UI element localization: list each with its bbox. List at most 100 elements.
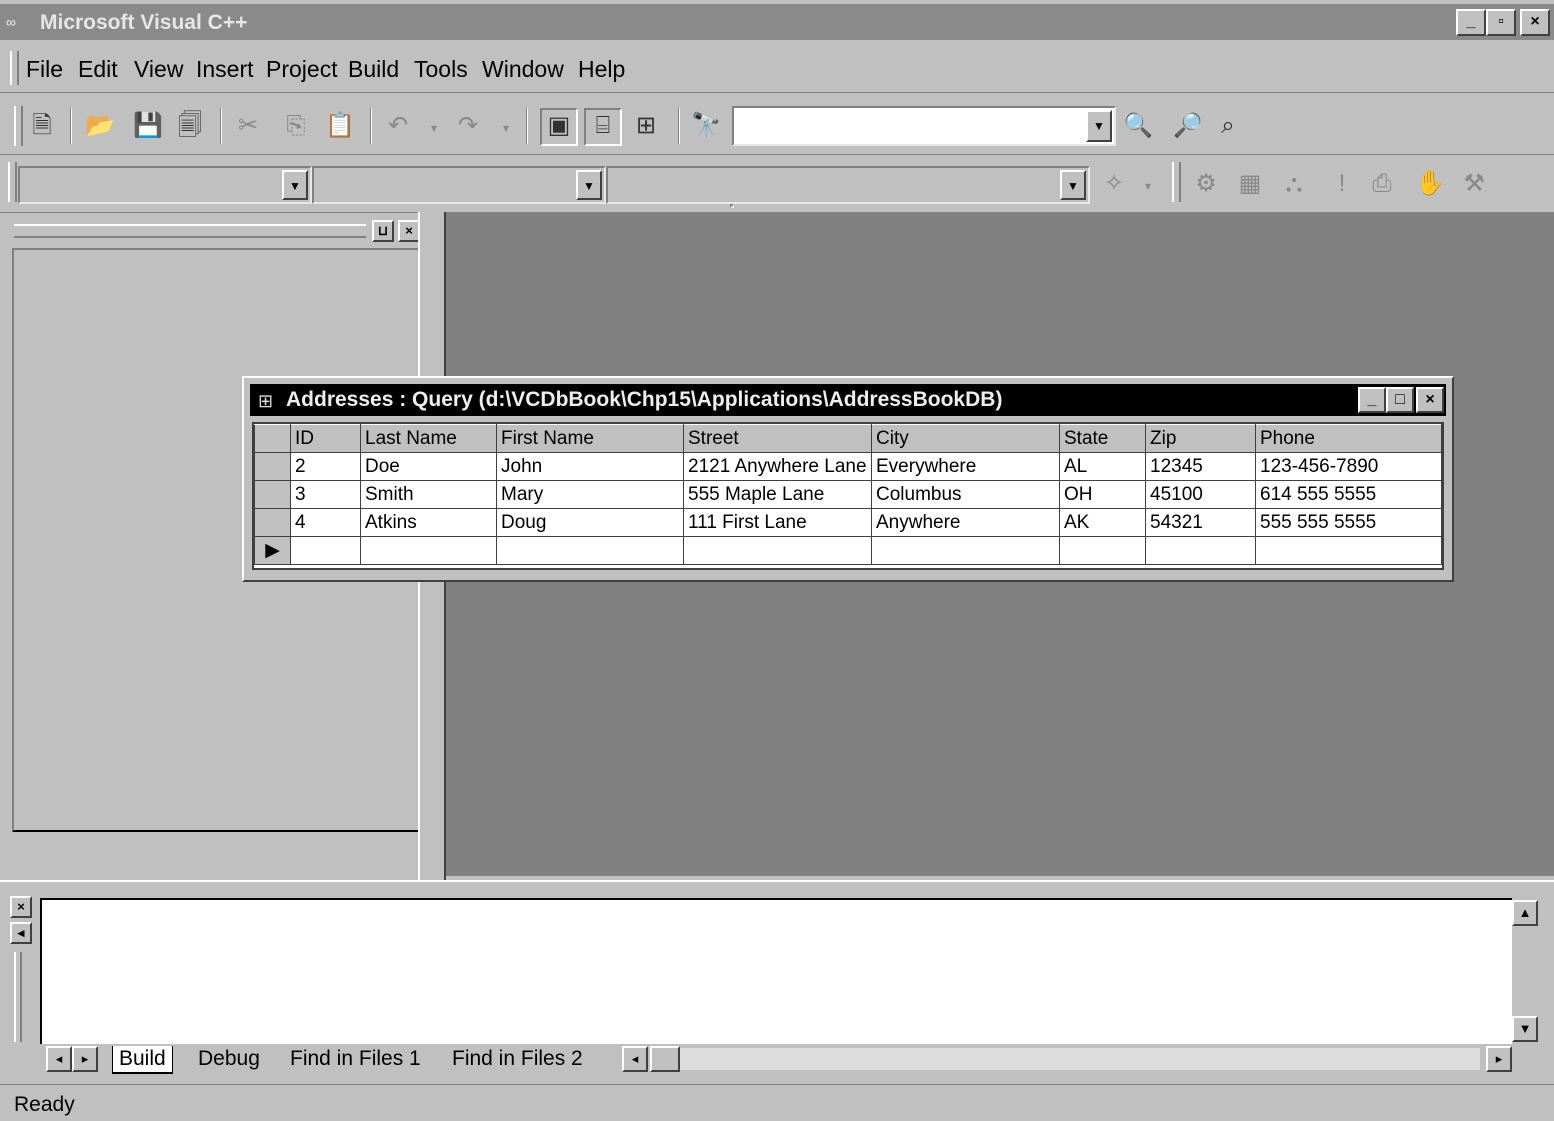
query-minimize-button[interactable]: _ xyxy=(1358,387,1386,413)
cell-id[interactable]: 2 xyxy=(290,452,361,481)
scroll-down-icon[interactable]: ▼ xyxy=(1512,1016,1538,1042)
column-header-last-name[interactable]: Last Name xyxy=(360,424,497,453)
new-cell[interactable] xyxy=(360,536,497,565)
cell-phone[interactable]: 614 555 5555 xyxy=(1255,480,1442,509)
minimize-button[interactable]: _ xyxy=(1456,9,1486,36)
toolbar-grip[interactable] xyxy=(1172,162,1181,202)
query-maximize-button[interactable]: □ xyxy=(1386,387,1414,413)
query-close-button[interactable]: × xyxy=(1416,387,1444,413)
cell-street[interactable]: 2121 Anywhere Lane xyxy=(683,452,872,481)
query-results-grid[interactable]: ID Last Name First Name Street City Stat… xyxy=(252,422,1444,570)
cell-zip[interactable]: 12345 xyxy=(1145,452,1256,481)
cell-id[interactable]: 4 xyxy=(290,508,361,537)
insert-breakpoint-icon[interactable]: ✋ xyxy=(1414,168,1446,200)
stop-build-icon[interactable]: ⛬ xyxy=(1278,168,1310,200)
column-header-phone[interactable]: Phone xyxy=(1255,424,1442,453)
output-dock-icon[interactable]: ◂ xyxy=(10,922,32,944)
cell-city[interactable]: Anywhere xyxy=(871,508,1060,537)
cell-last-name[interactable]: Doe xyxy=(360,452,497,481)
column-header-zip[interactable]: Zip xyxy=(1145,424,1256,453)
output-vertical-scrollbar[interactable]: ▲ ▼ xyxy=(1512,898,1540,1046)
new-cell[interactable] xyxy=(1059,536,1146,565)
table-row[interactable]: 4 Atkins Doug 111 First Lane Anywhere AK… xyxy=(254,508,1442,537)
workspace-icon[interactable]: ▣ xyxy=(540,108,578,146)
redo-dropdown-icon[interactable]: ▾ xyxy=(490,112,522,144)
maximize-button[interactable]: ▫ xyxy=(1486,9,1516,36)
menu-window[interactable]: Window xyxy=(482,56,564,83)
undo-icon[interactable]: ↶ xyxy=(382,110,414,142)
menu-file[interactable]: File xyxy=(26,56,63,83)
workspace-dock-button[interactable]: ⊔ xyxy=(372,220,394,242)
redo-icon[interactable]: ↷ xyxy=(452,110,484,142)
cell-last-name[interactable]: Atkins xyxy=(360,508,497,537)
new-cell[interactable] xyxy=(1145,536,1256,565)
output-close-icon[interactable]: × xyxy=(10,896,32,918)
new-cell[interactable] xyxy=(1255,536,1442,565)
new-row-marker-icon[interactable]: ▶ xyxy=(254,536,291,565)
menu-project[interactable]: Project xyxy=(266,56,338,83)
hscroll-right-icon[interactable]: ▸ xyxy=(1486,1046,1512,1072)
search-icon[interactable]: 🔍 xyxy=(1122,110,1154,142)
open-folder-icon[interactable]: 📂 xyxy=(84,110,116,142)
column-header-city[interactable]: City xyxy=(871,424,1060,453)
save-icon[interactable]: 💾 xyxy=(132,110,164,142)
cell-city[interactable]: Everywhere xyxy=(871,452,1060,481)
output-pane-gripper[interactable] xyxy=(14,952,22,1042)
menu-build[interactable]: Build xyxy=(348,56,399,83)
undo-dropdown-icon[interactable]: ▾ xyxy=(418,112,450,144)
menu-edit[interactable]: Edit xyxy=(78,56,118,83)
cell-state[interactable]: AL xyxy=(1059,452,1146,481)
toolbar-grip[interactable] xyxy=(8,162,17,202)
class-combo-dropdown-icon[interactable]: ▼ xyxy=(282,170,308,200)
cell-zip[interactable]: 54321 xyxy=(1145,508,1256,537)
class-combo[interactable]: ▼ xyxy=(18,166,312,204)
tab-debug[interactable]: Debug xyxy=(192,1046,266,1072)
cut-icon[interactable]: ✂ xyxy=(232,110,264,142)
binoculars-icon[interactable]: ⌕ xyxy=(1212,110,1244,142)
row-selector[interactable] xyxy=(254,480,291,509)
cell-phone[interactable]: 555 555 5555 xyxy=(1255,508,1442,537)
tab-scroll-right-icon[interactable]: ▸ xyxy=(72,1046,98,1072)
tab-find-in-files-2[interactable]: Find in Files 2 xyxy=(446,1046,589,1072)
window-list-icon[interactable]: ⊞ xyxy=(630,110,662,142)
menu-insert[interactable]: Insert xyxy=(196,56,254,83)
query-window-title-bar[interactable]: ⊞ Addresses : Query (d:\VCDbBook\Chp15\A… xyxy=(250,384,1446,416)
cell-first-name[interactable]: John xyxy=(496,452,684,481)
scroll-up-icon[interactable]: ▲ xyxy=(1512,900,1538,926)
column-header-street[interactable]: Street xyxy=(683,424,872,453)
column-header-id[interactable]: ID xyxy=(290,424,361,453)
column-header-state[interactable]: State xyxy=(1059,424,1146,453)
column-header-first-name[interactable]: First Name xyxy=(496,424,684,453)
paste-icon[interactable]: 📋 xyxy=(324,110,356,142)
cell-street[interactable]: 111 First Lane xyxy=(683,508,872,537)
new-cell[interactable] xyxy=(683,536,872,565)
cell-state[interactable]: AK xyxy=(1059,508,1146,537)
cell-zip[interactable]: 45100 xyxy=(1145,480,1256,509)
debug-icon[interactable]: ⚒ xyxy=(1458,168,1490,200)
save-all-icon[interactable]: 🗐 xyxy=(174,110,206,142)
new-cell[interactable] xyxy=(290,536,361,565)
find-combo[interactable]: ▼ xyxy=(732,106,1116,146)
row-selector-header[interactable] xyxy=(254,424,291,453)
find-in-files-icon[interactable]: 🔭 xyxy=(690,110,722,142)
output-window-icon[interactable]: ⌸ xyxy=(584,108,622,146)
cell-city[interactable]: Columbus xyxy=(871,480,1060,509)
copy-icon[interactable]: ⎘ xyxy=(280,110,312,142)
new-text-file-icon[interactable]: 🗎 xyxy=(26,110,58,142)
wizard-actions-icon[interactable]: ✧ xyxy=(1098,168,1130,200)
execute-icon[interactable]: ! xyxy=(1326,168,1358,200)
table-row[interactable]: 2 Doe John 2121 Anywhere Lane Everywhere… xyxy=(254,452,1442,481)
output-text-area[interactable] xyxy=(40,898,1516,1046)
close-button[interactable]: × xyxy=(1520,9,1550,36)
compile-icon[interactable]: ⚙ xyxy=(1190,168,1222,200)
new-cell[interactable] xyxy=(496,536,684,565)
tab-find-in-files-1[interactable]: Find in Files 1 xyxy=(284,1046,427,1072)
visual-cpp-app-icon[interactable]: ∞ xyxy=(6,14,34,30)
toolbar-grip[interactable] xyxy=(14,106,23,146)
build-icon[interactable]: ▦ xyxy=(1234,168,1266,200)
tab-scroll-left-icon[interactable]: ◂ xyxy=(46,1046,72,1072)
filter-combo-dropdown-icon[interactable]: ▼ xyxy=(576,170,602,200)
cell-last-name[interactable]: Smith xyxy=(360,480,497,509)
table-row[interactable]: 3 Smith Mary 555 Maple Lane Columbus OH … xyxy=(254,480,1442,509)
cell-id[interactable]: 3 xyxy=(290,480,361,509)
